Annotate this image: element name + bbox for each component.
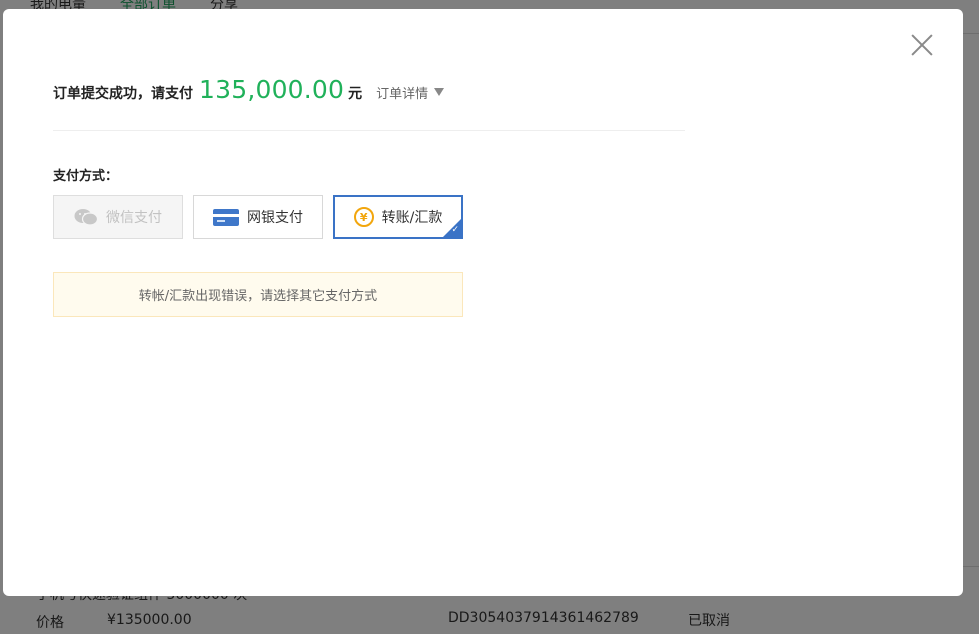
payment-dialog: 订单提交成功，请支付 135,000.00 元 订单详情 支付方式： 微信支付 … <box>3 9 963 596</box>
currency-unit: 元 <box>348 86 363 102</box>
payment-method-title: 支付方式： <box>53 169 119 184</box>
bank-card-icon <box>213 208 239 226</box>
payment-method-transfer[interactable]: ¥ 转账/汇款 ✓ <box>333 195 463 239</box>
checkmark-icon: ✓ <box>451 225 459 235</box>
payment-method-wechat[interactable]: 微信支付 <box>53 195 183 239</box>
caret-down-icon <box>434 87 445 96</box>
order-detail-label: 订单详情 <box>376 87 429 102</box>
payment-amount: 135,000.00 <box>199 75 345 104</box>
summary-lead-text: 订单提交成功，请支付 <box>53 86 193 102</box>
payment-method-bank[interactable]: 网银支付 <box>193 195 323 239</box>
payment-method-label: 转账/汇款 <box>381 210 443 226</box>
close-icon[interactable] <box>911 34 933 56</box>
order-detail-toggle[interactable]: 订单详情 <box>376 83 445 102</box>
wechat-icon <box>74 209 98 226</box>
payment-method-label: 网银支付 <box>247 210 303 226</box>
yen-transfer-icon: ¥ <box>353 207 374 227</box>
divider <box>53 130 685 131</box>
order-summary: 订单提交成功，请支付 135,000.00 元 订单详情 <box>53 75 445 115</box>
error-alert: 转帐/汇款出现错误，请选择其它支付方式 <box>53 272 463 317</box>
payment-method-label: 微信支付 <box>106 210 162 226</box>
payment-method-list: 微信支付 网银支付 ¥ 转账/汇款 ✓ <box>53 195 463 239</box>
